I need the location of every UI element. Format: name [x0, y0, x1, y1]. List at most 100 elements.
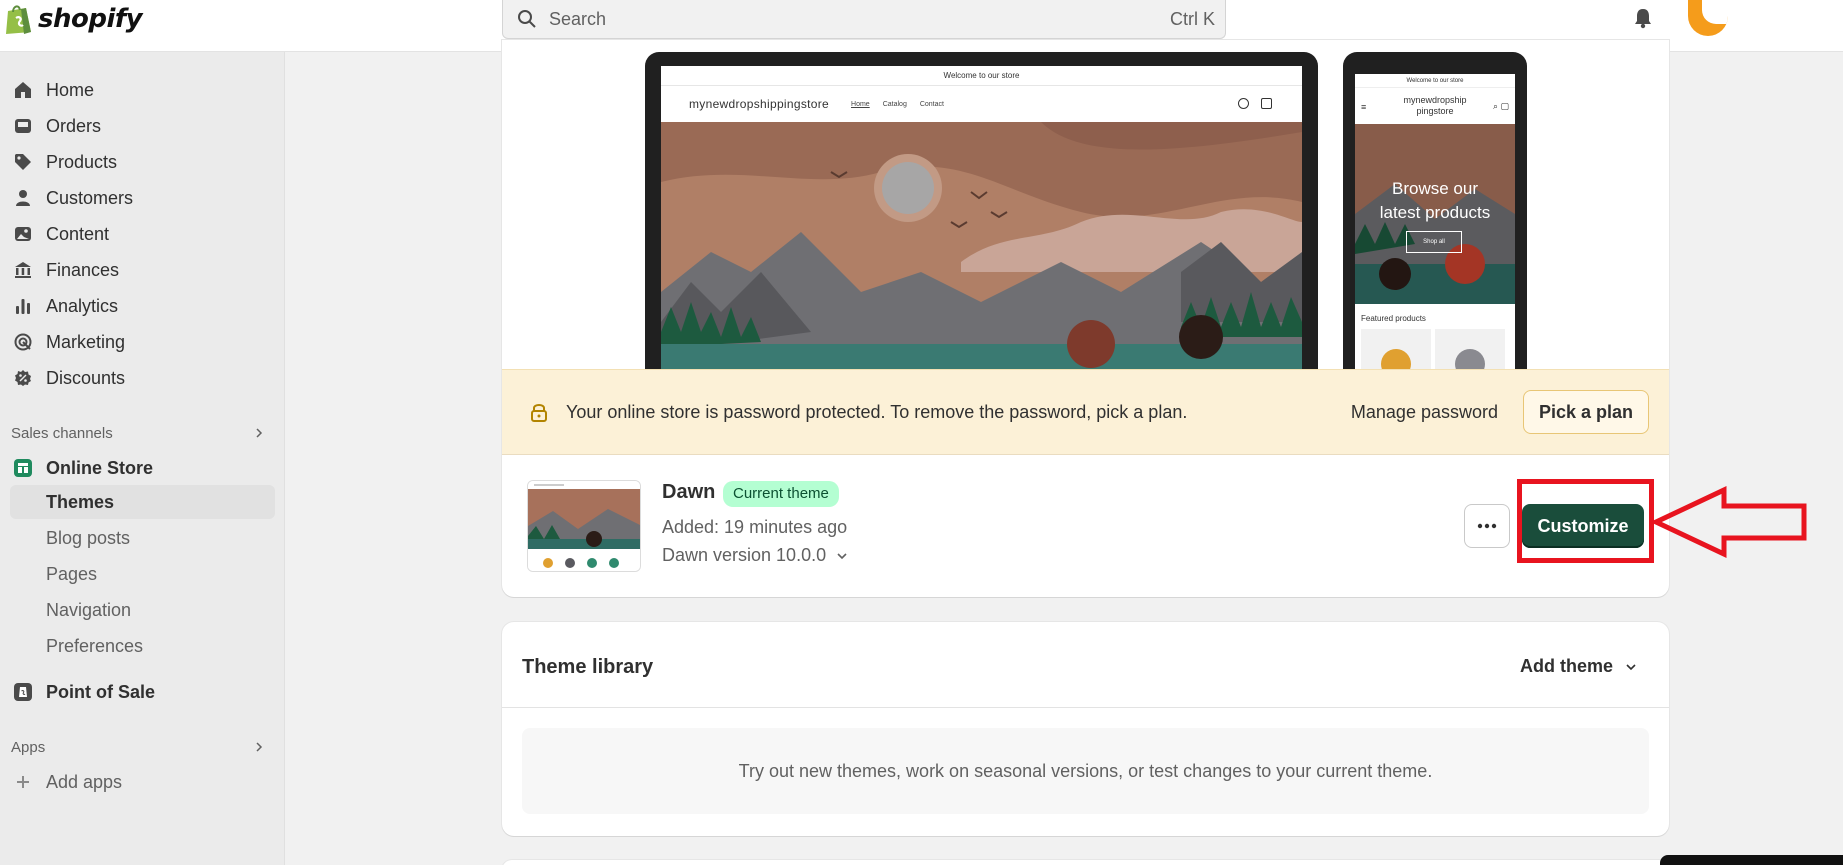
- chevron-down-icon: [837, 552, 847, 559]
- more-actions-button[interactable]: [1464, 504, 1510, 548]
- ellipsis-icon: [1477, 523, 1497, 529]
- sales-channels-header[interactable]: Sales channels: [11, 421, 265, 445]
- sidebar-item-customers[interactable]: Customers: [10, 181, 275, 215]
- apps-header[interactable]: Apps: [11, 735, 265, 759]
- theme-library-empty-state: Try out new themes, work on seasonal ver…: [522, 728, 1649, 814]
- mobile-preview: Welcome to our store ≡ mynewdropship pin…: [1343, 52, 1527, 372]
- announcement-bar: Welcome to our store: [661, 66, 1302, 86]
- theme-library-card: Theme library Add theme Try out new them…: [502, 622, 1669, 836]
- sidebar-item-marketing[interactable]: Marketing: [10, 325, 275, 359]
- sidebar-item-online-store[interactable]: Online Store: [10, 451, 275, 485]
- sidebar-item-label: Finances: [46, 259, 120, 280]
- store-nav-catalog: Catalog: [882, 100, 907, 108]
- pick-a-plan-button[interactable]: Pick a plan: [1523, 390, 1649, 434]
- sidebar-item-themes[interactable]: Themes: [10, 485, 275, 519]
- store-header-icons: [1238, 98, 1272, 109]
- sidebar-item-label: Add apps: [46, 771, 123, 792]
- sidebar: Home Orders Products Customers Content F…: [0, 52, 285, 865]
- sidebar-item-point-of-sale[interactable]: Point of Sale: [10, 675, 275, 709]
- lock-icon: [531, 404, 547, 422]
- mobile-featured-heading: Featured products: [1361, 314, 1426, 323]
- notification-bell-icon[interactable]: [1632, 7, 1654, 29]
- sidebar-item-label: Orders: [46, 115, 102, 136]
- shopify-logo[interactable]: shopify: [4, 0, 143, 38]
- add-theme-button[interactable]: Add theme: [1520, 656, 1637, 677]
- store-nav-home: Home: [851, 100, 870, 108]
- sidebar-item-home[interactable]: Home: [10, 73, 275, 107]
- store-nav-contact: Contact: [919, 100, 944, 108]
- theme-name: Dawn: [662, 481, 716, 503]
- theme-added-time: Added: 19 minutes ago: [662, 517, 848, 537]
- search-icon: [518, 10, 536, 28]
- store-header: mynewdropshippingstore Home Catalog Cont…: [661, 86, 1302, 122]
- tag-icon: [15, 154, 31, 170]
- sidebar-item-label: Content: [46, 223, 110, 244]
- mobile-hero: Browse our latest products Shop all: [1355, 124, 1515, 304]
- sidebar-item-label: Home: [46, 79, 95, 100]
- chevron-right-icon: [256, 742, 263, 752]
- bar-chart-icon: [16, 299, 30, 314]
- sidebar-item-finances[interactable]: Finances: [10, 253, 275, 287]
- annotation-highlight-box: [1517, 479, 1654, 563]
- sidebar-item-label: Discounts: [46, 367, 126, 388]
- next-card-edge: [502, 860, 1669, 865]
- sidebar-item-label: Customers: [46, 187, 134, 208]
- online-store-icon: [14, 459, 32, 477]
- search-bar[interactable]: Search Ctrl K: [502, 0, 1226, 39]
- target-icon: [14, 333, 32, 351]
- sidebar-item-label: Online Store: [46, 457, 154, 478]
- mobile-store-name: mynewdropship pingstore: [1403, 95, 1466, 117]
- store-cart-icon: [1261, 98, 1272, 109]
- hamburger-icon: ≡: [1361, 102, 1367, 112]
- sidebar-item-content[interactable]: Content: [10, 217, 275, 251]
- mobile-header-icons: ⌕ ▢: [1492, 101, 1509, 111]
- overlay-strip: [1660, 855, 1843, 865]
- theme-version-toggle[interactable]: Dawn version 10.0.0: [662, 545, 848, 566]
- featured-product-tile: [1361, 329, 1431, 369]
- logo-wordmark: shopify: [38, 4, 143, 34]
- theme-thumbnail-image: [528, 481, 640, 571]
- mobile-preview-screen: Welcome to our store ≡ mynewdropship pin…: [1355, 74, 1515, 372]
- sidebar-item-products[interactable]: Products: [10, 145, 275, 179]
- sidebar-item-navigation[interactable]: Navigation: [10, 593, 275, 627]
- hero-illustration: [661, 122, 1302, 372]
- chevron-down-icon: [1626, 663, 1636, 670]
- mobile-hero-line2: latest products: [1379, 203, 1491, 222]
- bank-icon: [15, 262, 31, 278]
- sidebar-item-blog-posts[interactable]: Blog posts: [10, 521, 275, 555]
- sales-channels-label: Sales channels: [11, 424, 113, 442]
- store-name: mynewdropshippingstore: [689, 97, 830, 111]
- chevron-right-icon: [256, 428, 263, 438]
- sidebar-item-preferences[interactable]: Preferences: [10, 629, 275, 663]
- mobile-announcement-bar: Welcome to our store: [1355, 74, 1515, 88]
- sidebar-item-label: Marketing: [46, 331, 126, 352]
- current-theme-badge: Current theme: [723, 481, 839, 507]
- mobile-store-name-line2: pingstore: [1416, 106, 1454, 116]
- search-input[interactable]: Search: [549, 9, 1170, 30]
- discount-icon: [15, 370, 31, 386]
- theme-preview[interactable]: Welcome to our store mynewdropshippingst…: [502, 40, 1669, 372]
- manage-password-button[interactable]: Manage password: [1351, 402, 1498, 423]
- sidebar-item-orders[interactable]: Orders: [10, 109, 275, 143]
- user-avatar[interactable]: [1688, 0, 1728, 36]
- password-protection-banner: Your online store is password protected.…: [502, 369, 1669, 455]
- sidebar-item-label: Analytics: [46, 295, 119, 316]
- pos-icon: [14, 683, 32, 701]
- theme-version-label: Dawn version 10.0.0: [662, 545, 827, 565]
- sidebar-item-analytics[interactable]: Analytics: [10, 289, 275, 323]
- mobile-hero-line1: Browse our: [1392, 179, 1478, 198]
- current-theme-row: Dawn Current theme Added: 19 minutes ago…: [502, 455, 1669, 597]
- sidebar-item-label: Products: [46, 151, 118, 172]
- sidebar-item-pages[interactable]: Pages: [10, 557, 275, 591]
- theme-thumbnail[interactable]: [527, 480, 641, 572]
- sidebar-item-label: Point of Sale: [46, 681, 156, 702]
- theme-library-title: Theme library: [522, 656, 654, 678]
- current-theme-card: Welcome to our store mynewdropshippingst…: [502, 40, 1669, 597]
- mobile-shop-all-button: Shop all: [1406, 231, 1462, 253]
- mobile-featured-products: [1355, 329, 1515, 369]
- desktop-preview: Welcome to our store mynewdropshippingst…: [645, 52, 1318, 372]
- store-search-icon: [1238, 98, 1249, 109]
- mobile-store-name-line1: mynewdropship: [1403, 95, 1467, 105]
- sidebar-item-add-apps[interactable]: Add apps: [10, 765, 275, 799]
- sidebar-item-discounts[interactable]: Discounts: [10, 361, 275, 395]
